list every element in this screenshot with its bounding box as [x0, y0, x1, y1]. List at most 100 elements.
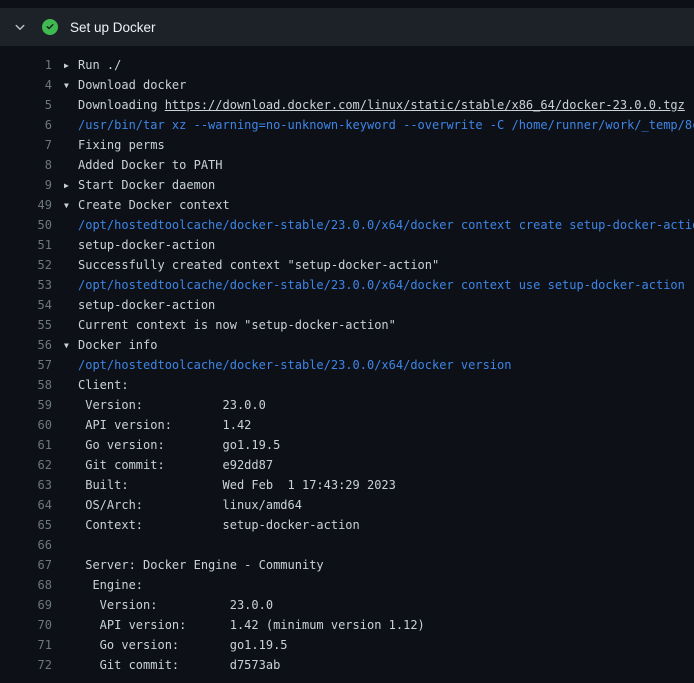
line-number[interactable]: 58 [0, 375, 52, 395]
group-title: Run ./ [78, 58, 121, 72]
log-text: /opt/hostedtoolcache/docker-stable/23.0.… [78, 218, 694, 232]
line-number[interactable]: 56 [0, 335, 52, 355]
log-line: 69 Version: 23.0.0 [0, 595, 694, 615]
line-content: ▶Run ./ [64, 55, 694, 75]
line-number[interactable]: 54 [0, 295, 52, 315]
line-content: ▼Download docker [64, 75, 694, 95]
log-line: 71 Go version: go1.19.5 [0, 635, 694, 655]
log-text: Version: 23.0.0 [78, 398, 266, 412]
line-number[interactable]: 70 [0, 615, 52, 635]
triangle-down-icon: ▼ [64, 76, 78, 95]
log-line: 8 Added Docker to PATH [0, 155, 694, 175]
workflow-log-panel: Set up Docker 1▶Run ./4▼Download docker5… [0, 8, 694, 675]
line-number[interactable]: 50 [0, 215, 52, 235]
log-line[interactable]: 1 ▶Run ./ [0, 55, 694, 75]
log-lines: 1▶Run ./4▼Download docker5Downloading ht… [0, 46, 694, 675]
line-number[interactable]: 55 [0, 315, 52, 335]
log-line[interactable]: 49 ▼Create Docker context [0, 195, 694, 215]
log-text: Downloading [78, 98, 165, 112]
log-line: 6/usr/bin/tar xz --warning=no-unknown-ke… [0, 115, 694, 135]
log-line: 55 Current context is now "setup-docker-a… [0, 315, 694, 335]
group-title: Create Docker context [78, 198, 230, 212]
line-number[interactable]: 68 [0, 575, 52, 595]
log-line: 70 API version: 1.42 (minimum version 1.… [0, 615, 694, 635]
line-content: Successfully created context "setup-dock… [64, 255, 694, 275]
line-content: Downloading https://download.docker.com/… [64, 95, 694, 115]
line-content: /opt/hostedtoolcache/docker-stable/23.0.… [64, 355, 694, 375]
log-line: 5 Downloading https://download.docker.com… [0, 95, 694, 115]
line-content: Built: Wed Feb 1 17:43:29 2023 [64, 475, 694, 495]
line-number[interactable]: 9 [0, 175, 52, 195]
line-number[interactable]: 67 [0, 555, 52, 575]
log-link[interactable]: https://download.docker.com/linux/static… [165, 98, 685, 112]
log-line: 50/opt/hostedtoolcache/docker-stable/23.… [0, 215, 694, 235]
line-content: Current context is now "setup-docker-act… [64, 315, 694, 335]
log-line: 68 Engine: [0, 575, 694, 595]
line-number[interactable]: 60 [0, 415, 52, 435]
line-content: API version: 1.42 [64, 415, 694, 435]
line-number[interactable]: 5 [0, 95, 52, 115]
log-text: Context: setup-docker-action [78, 518, 360, 532]
check-circle-icon [42, 19, 58, 35]
line-content: Go version: go1.19.5 [64, 435, 694, 455]
line-content: Version: 23.0.0 [64, 395, 694, 415]
line-number[interactable]: 49 [0, 195, 52, 215]
chevron-down-icon[interactable] [14, 21, 26, 33]
line-number[interactable]: 59 [0, 395, 52, 415]
line-number[interactable]: 65 [0, 515, 52, 535]
log-line[interactable]: 9▶Start Docker daemon [0, 175, 694, 195]
log-line: 67 Server: Docker Engine - Community [0, 555, 694, 575]
line-number[interactable]: 71 [0, 635, 52, 655]
line-number[interactable]: 4 [0, 75, 52, 95]
line-number[interactable]: 1 [0, 55, 52, 75]
log-text: setup-docker-action [78, 298, 215, 312]
line-content: /usr/bin/tar xz --warning=no-unknown-key… [64, 115, 694, 135]
line-content: Git commit: e92dd87 [64, 455, 694, 475]
log-line: 61 Go version: go1.19.5 [0, 435, 694, 455]
line-content: Context: setup-docker-action [64, 515, 694, 535]
line-number[interactable]: 72 [0, 655, 52, 675]
log-text: Successfully created context "setup-dock… [78, 258, 439, 272]
line-number[interactable]: 51 [0, 235, 52, 255]
log-line[interactable]: 56▼Docker info [0, 335, 694, 355]
line-number[interactable]: 6 [0, 115, 52, 135]
triangle-right-icon: ▶ [64, 56, 78, 75]
line-number[interactable]: 8 [0, 155, 52, 175]
log-line[interactable]: 4 ▼Download docker [0, 75, 694, 95]
line-number[interactable]: 53 [0, 275, 52, 295]
line-content: setup-docker-action [64, 295, 694, 315]
line-number[interactable]: 7 [0, 135, 52, 155]
log-text: Added Docker to PATH [78, 158, 223, 172]
log-line: 72 Git commit: d7573ab [0, 655, 694, 675]
line-content: Engine: [64, 575, 694, 595]
line-number[interactable]: 52 [0, 255, 52, 275]
line-content: Fixing perms [64, 135, 694, 155]
line-content: Added Docker to PATH [64, 155, 694, 175]
line-number[interactable]: 57 [0, 355, 52, 375]
log-text: Go version: go1.19.5 [78, 638, 288, 652]
step-header[interactable]: Set up Docker [0, 8, 694, 46]
triangle-down-icon: ▼ [64, 196, 78, 215]
line-number[interactable]: 64 [0, 495, 52, 515]
log-line: 58Client: [0, 375, 694, 395]
line-number[interactable]: 62 [0, 455, 52, 475]
log-line: 7 Fixing perms [0, 135, 694, 155]
log-text: /opt/hostedtoolcache/docker-stable/23.0.… [78, 358, 511, 372]
log-line: 57/opt/hostedtoolcache/docker-stable/23.… [0, 355, 694, 375]
log-text: Git commit: e92dd87 [78, 458, 273, 472]
triangle-right-icon: ▶ [64, 176, 78, 195]
line-number[interactable]: 69 [0, 595, 52, 615]
line-content: Git commit: d7573ab [64, 655, 694, 675]
line-number[interactable]: 63 [0, 475, 52, 495]
group-title: Download docker [78, 78, 186, 92]
log-line: 52 Successfully created context "setup-do… [0, 255, 694, 275]
line-content: /opt/hostedtoolcache/docker-stable/23.0.… [64, 275, 694, 295]
log-line: 53/opt/hostedtoolcache/docker-stable/23.… [0, 275, 694, 295]
line-number[interactable]: 66 [0, 535, 52, 555]
line-content: ▼Create Docker context [64, 195, 694, 215]
log-line: 60 API version: 1.42 [0, 415, 694, 435]
log-text: OS/Arch: linux/amd64 [78, 498, 302, 512]
line-number[interactable]: 61 [0, 435, 52, 455]
log-line: 54 setup-docker-action [0, 295, 694, 315]
log-text: /opt/hostedtoolcache/docker-stable/23.0.… [78, 278, 685, 292]
